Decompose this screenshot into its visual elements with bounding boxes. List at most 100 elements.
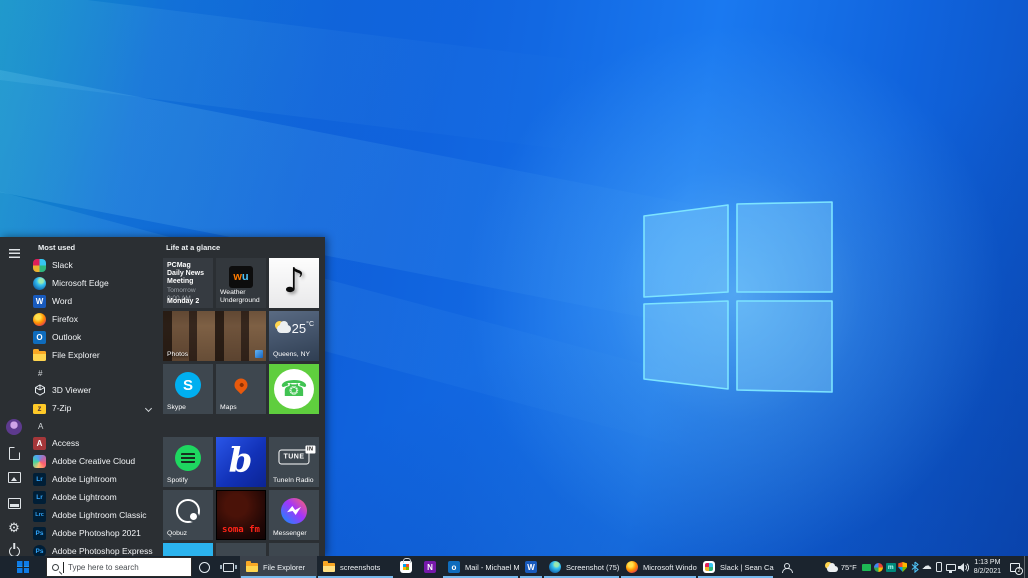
user-avatar[interactable]	[0, 415, 28, 439]
taskbar-mail[interactable]: Mail - Michael Mu...	[442, 556, 519, 578]
display-icon[interactable]	[945, 556, 957, 578]
task-view-button[interactable]	[216, 556, 240, 578]
taskbar-onenote[interactable]	[418, 556, 442, 578]
taskbar-screenshots-folder[interactable]: screenshots	[317, 556, 394, 578]
your-phone-icon[interactable]	[933, 556, 945, 578]
text-caret	[63, 562, 64, 573]
app-item-adobe-lightroom-classic[interactable]: Adobe Lightroom Classic	[28, 506, 161, 524]
tile-music-player[interactable]: ♪	[269, 258, 319, 308]
tray-m-icon[interactable]: m	[885, 556, 897, 578]
tile-tunein-radio[interactable]: TUNE IN TuneIn Radio	[269, 437, 319, 487]
tile-weather[interactable]: 25°C Queens, NY	[269, 311, 319, 361]
people-button[interactable]	[774, 556, 798, 578]
folder-icon	[323, 561, 335, 573]
start-button[interactable]	[0, 556, 46, 578]
access-icon	[33, 437, 46, 450]
tray-app-green-icon[interactable]	[861, 556, 873, 578]
tile-skype[interactable]: S Skype	[163, 364, 213, 414]
tray-pinwheel-icon[interactable]	[873, 556, 885, 578]
tile-partial[interactable]	[216, 543, 266, 556]
taskbar: Type here to search File Explorer screen…	[0, 556, 1028, 578]
app-item-adobe-photoshop-2021[interactable]: Adobe Photoshop 2021	[28, 524, 161, 542]
edge-icon	[549, 561, 561, 573]
app-item-outlook[interactable]: Outlook	[28, 328, 161, 346]
lightroom-icon	[33, 473, 46, 486]
app-item-3d-viewer[interactable]: 3D Viewer	[28, 381, 161, 399]
settings-gear-icon[interactable]: ⚙	[0, 515, 28, 539]
app-item-adobe-lightroom-2[interactable]: Adobe Lightroom	[28, 488, 161, 506]
whatsapp-icon: ☎	[274, 369, 314, 409]
firefox-icon	[33, 313, 46, 326]
windows-security-shield-icon[interactable]	[897, 556, 909, 578]
zip-folder-icon	[33, 402, 46, 415]
chevron-down-icon[interactable]	[145, 404, 152, 411]
taskbar-file-explorer[interactable]: File Explorer	[240, 556, 317, 578]
pictures-icon[interactable]	[0, 465, 28, 489]
creative-cloud-icon	[33, 455, 46, 468]
photoshop-icon	[33, 527, 46, 540]
tile-photos[interactable]: Photos	[163, 311, 266, 361]
action-center-button[interactable]: 2	[1006, 556, 1024, 578]
section-header-hash[interactable]: #	[28, 364, 161, 381]
app-item-microsoft-edge[interactable]: Microsoft Edge	[28, 274, 161, 292]
app-item-7zip[interactable]: 7-Zip	[28, 399, 161, 417]
app-item-firefox[interactable]: Firefox	[28, 310, 161, 328]
tile-whatsapp[interactable]: ☎	[269, 364, 319, 414]
tile-spotify[interactable]: Spotify	[163, 437, 213, 487]
start-menu-tiles: Life at a glance PCMag Daily News Meetin…	[163, 237, 323, 556]
start-menu-app-list: Most used Slack Microsoft Edge Word Fire…	[28, 237, 161, 556]
start-menu-rail: ⚙	[0, 237, 28, 556]
slack-icon	[33, 259, 46, 272]
edge-icon	[33, 277, 46, 290]
app-item-access[interactable]: Access	[28, 434, 161, 452]
taskbar-word[interactable]	[519, 556, 543, 578]
tile-weather-underground[interactable]: wu Weather Underground	[216, 258, 266, 308]
tile-qobuz[interactable]: Qobuz	[163, 490, 213, 540]
tile-b-app[interactable]: b	[216, 437, 266, 487]
search-input[interactable]: Type here to search	[46, 557, 192, 577]
tile-calendar[interactable]: PCMag Daily News Meeting Tomorrow 9:00 A…	[163, 258, 213, 308]
app-item-file-explorer[interactable]: File Explorer	[28, 346, 161, 364]
firefox-icon	[626, 561, 638, 573]
show-desktop-button[interactable]	[1024, 556, 1028, 578]
clock[interactable]: 1:13 PM 8/2/2021	[969, 558, 1006, 576]
slack-icon	[703, 561, 715, 573]
onedrive-cloud-icon[interactable]: ☁	[921, 556, 933, 578]
tiles-group-header[interactable]: Life at a glance	[163, 237, 323, 256]
app-item-adobe-creative-cloud[interactable]: Adobe Creative Cloud	[28, 452, 161, 470]
taskbar-edge[interactable]: Screenshot (75).pn..	[543, 556, 620, 578]
tile-partial[interactable]	[163, 543, 213, 556]
section-header-a[interactable]: A	[28, 417, 161, 434]
taskbar-microsoft-store[interactable]	[394, 556, 418, 578]
mail-icon	[448, 561, 460, 573]
tile-messenger[interactable]: Messenger	[269, 490, 319, 540]
taskbar-firefox[interactable]: Microsoft Window...	[620, 556, 697, 578]
videos-icon[interactable]	[0, 491, 28, 515]
power-icon[interactable]	[0, 539, 28, 556]
word-icon	[33, 295, 46, 308]
tray-weather[interactable]: 75°F	[821, 562, 861, 572]
tile-partial[interactable]	[269, 543, 319, 556]
app-item-adobe-lightroom[interactable]: Adobe Lightroom	[28, 470, 161, 488]
windows-flag-icon	[17, 561, 29, 573]
photoshop-express-icon	[33, 545, 46, 557]
map-pin-icon	[232, 376, 250, 394]
skype-icon: S	[175, 372, 201, 398]
search-icon	[52, 564, 59, 571]
onenote-icon	[424, 561, 436, 573]
cortana-icon	[199, 562, 210, 573]
b-logo: b	[229, 440, 253, 480]
tile-maps[interactable]: Maps	[216, 364, 266, 414]
speaker-icon[interactable]	[957, 556, 969, 578]
app-item-adobe-photoshop-express[interactable]: Adobe Photoshop Express	[28, 542, 161, 556]
music-note-icon: ♪	[283, 261, 305, 301]
bluetooth-icon[interactable]	[909, 556, 921, 578]
tile-soma-fm[interactable]: soma fm	[216, 490, 266, 540]
start-menu: ⚙ Most used Slack Microsoft Edge Word Fi…	[0, 237, 325, 556]
app-item-slack[interactable]: Slack	[28, 256, 161, 274]
documents-icon[interactable]	[0, 441, 28, 465]
app-item-word[interactable]: Word	[28, 292, 161, 310]
cortana-button[interactable]	[192, 556, 216, 578]
hamburger-menu-icon[interactable]	[0, 241, 28, 265]
taskbar-slack[interactable]: Slack | Sean Carrol...	[697, 556, 774, 578]
